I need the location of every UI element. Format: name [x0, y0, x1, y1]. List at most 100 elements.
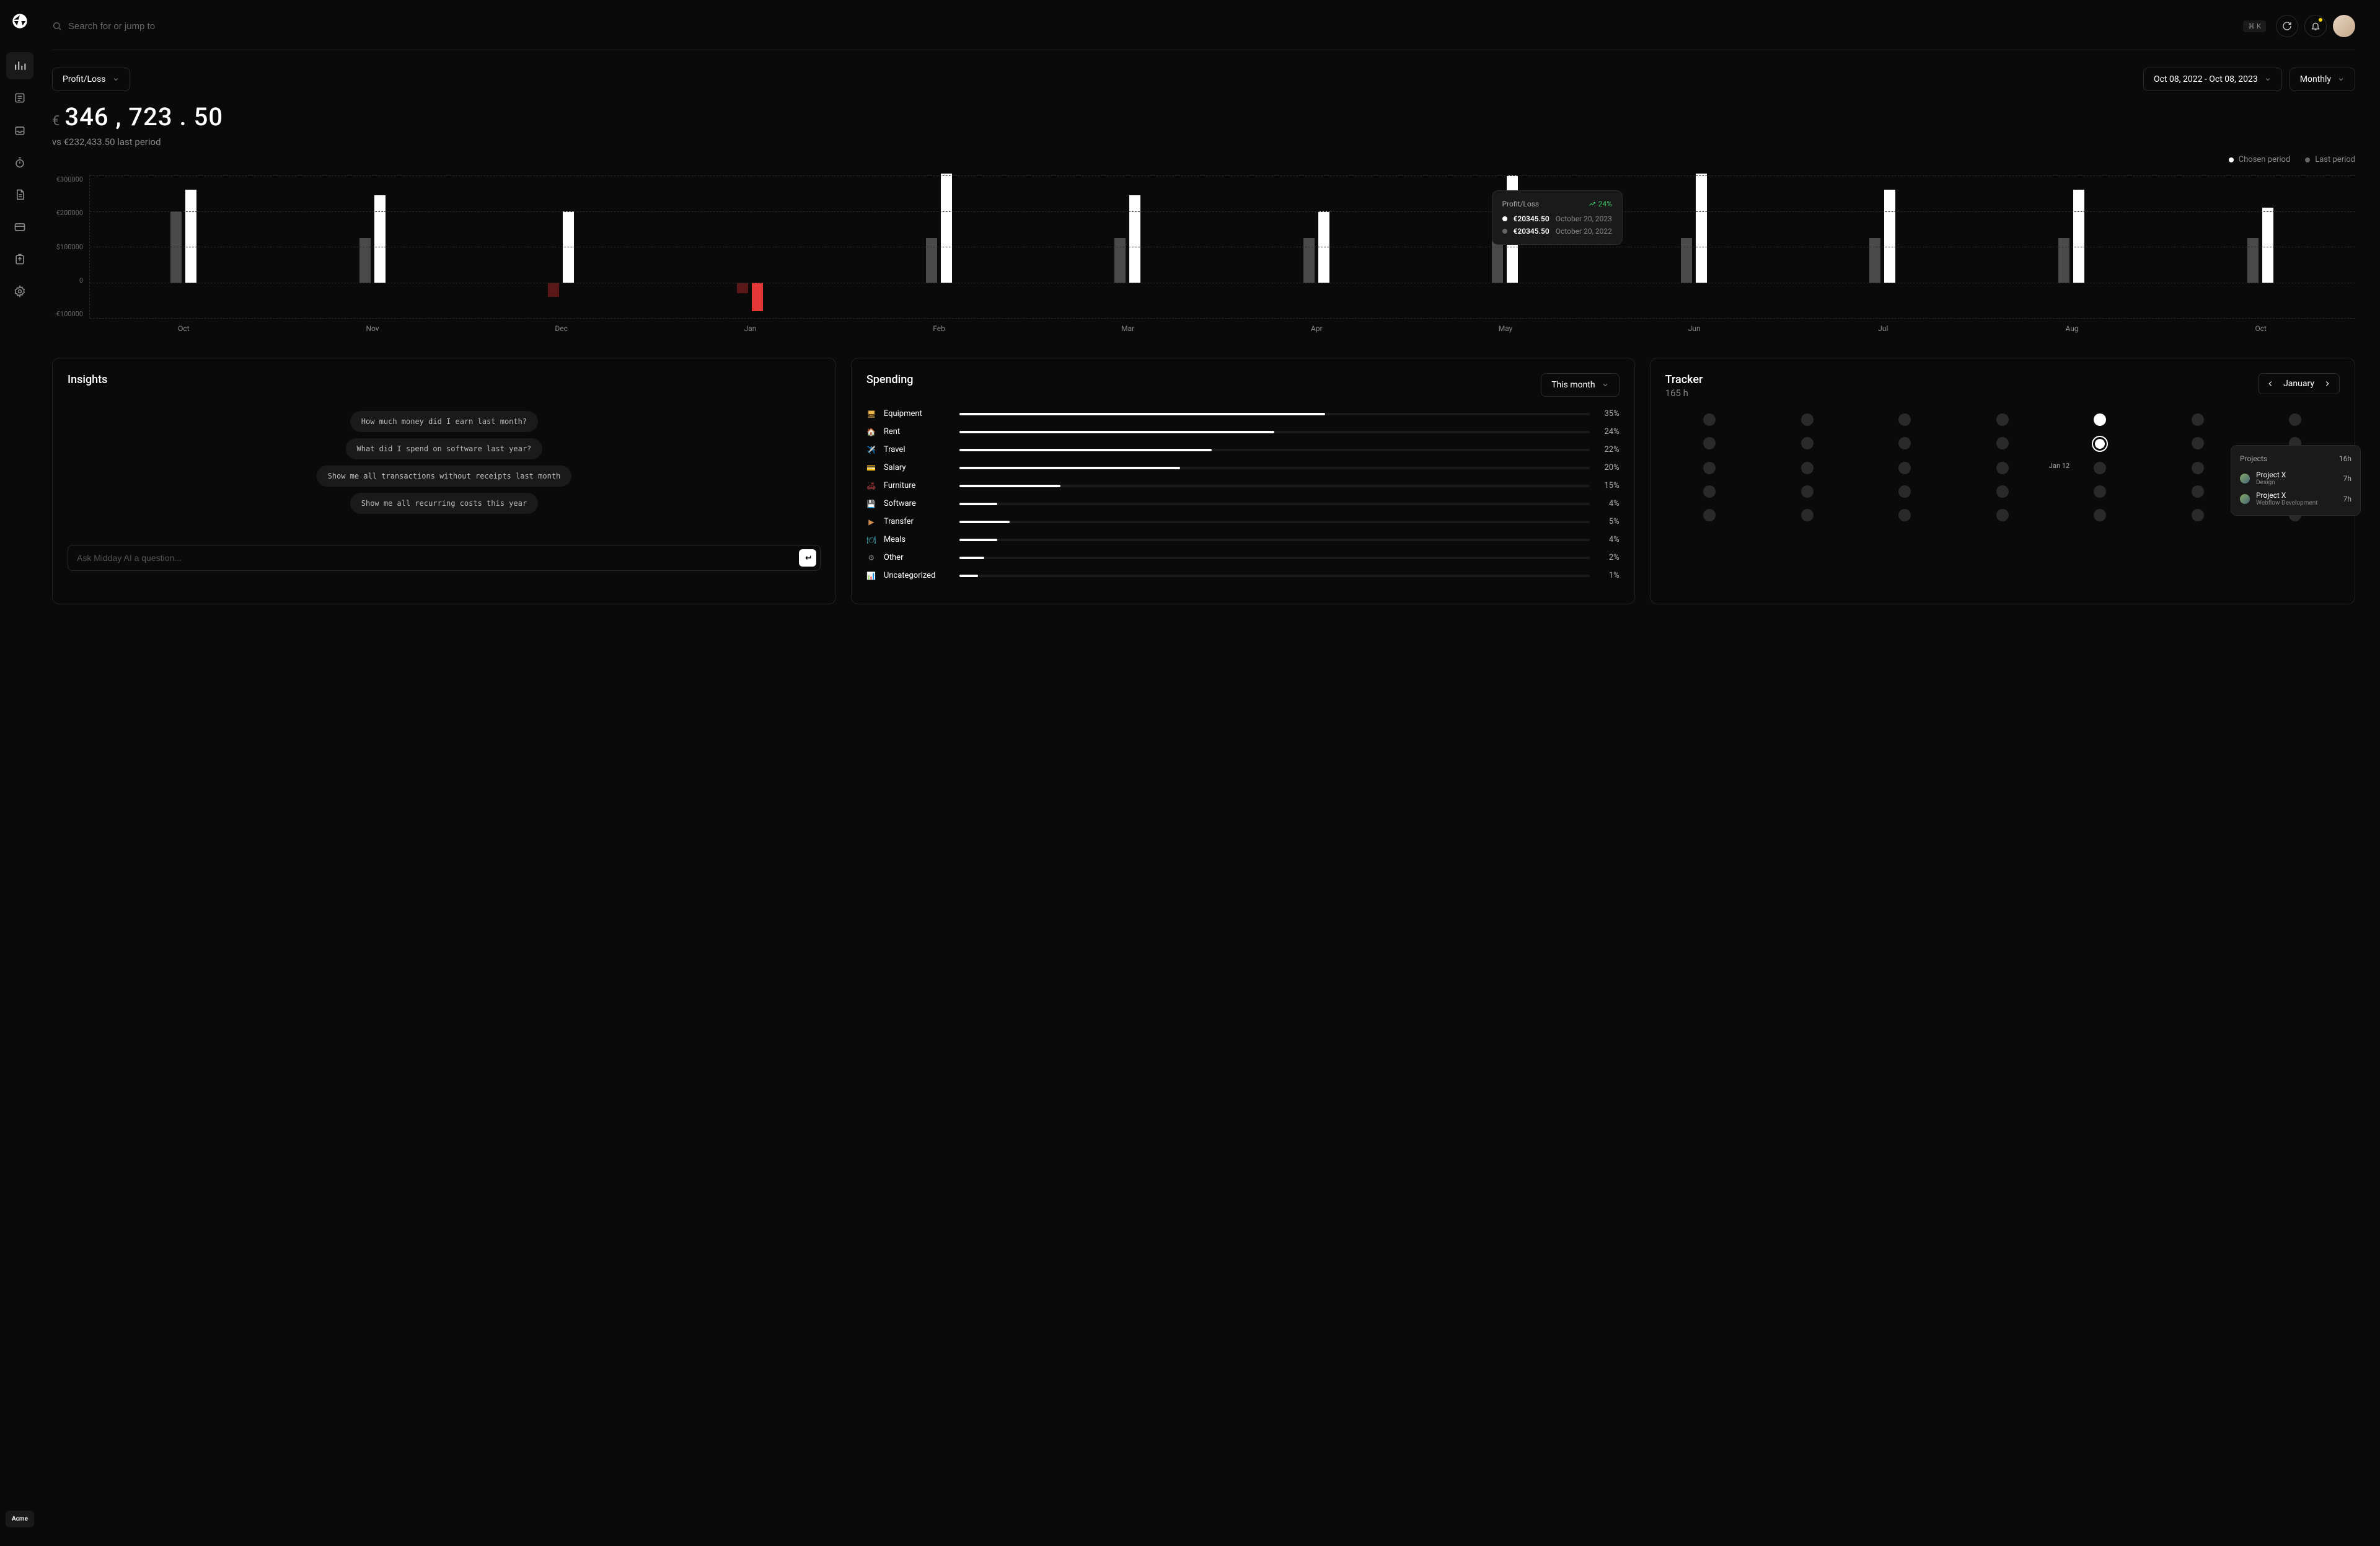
nav-settings[interactable]: [6, 278, 33, 305]
metric-dropdown[interactable]: Profit/Loss: [52, 68, 130, 91]
spending-bar: [959, 485, 1590, 487]
header: ⌘ K: [52, 15, 2355, 50]
nav-document[interactable]: [6, 181, 33, 208]
spending-row[interactable]: 📊 Uncategorized 1%: [866, 571, 1620, 580]
spending-period-dropdown[interactable]: This month: [1541, 373, 1619, 397]
tracker-project-row[interactable]: Project X Webflow Development 7h: [2240, 491, 2351, 506]
spending-pct: 5%: [1597, 517, 1620, 526]
tracker-day[interactable]: [1703, 462, 1716, 474]
tracker-day[interactable]: [2094, 462, 2106, 474]
tooltip-pct: 24%: [1589, 200, 1612, 208]
search-shortcut: ⌘ K: [2243, 20, 2266, 32]
insights-panel: Insights How much money did I earn last …: [52, 358, 836, 604]
ai-submit-button[interactable]: [799, 549, 816, 567]
tracker-day[interactable]: [1801, 509, 1814, 521]
summary-currency: €: [52, 113, 60, 129]
tracker-day[interactable]: [1703, 437, 1716, 449]
tracker-day[interactable]: [1898, 509, 1911, 521]
project-avatar: [2240, 494, 2250, 504]
next-month-button[interactable]: [2323, 379, 2332, 388]
tracker-day[interactable]: [2192, 413, 2204, 426]
tracker-day[interactable]: [1996, 413, 2009, 426]
insight-chip[interactable]: How much money did I earn last month?: [350, 411, 538, 432]
summary-comparison: vs €232,433.50 last period: [52, 136, 2355, 148]
spending-row[interactable]: 🛋 Furniture 15%: [866, 481, 1620, 490]
notification-dot: [2319, 18, 2322, 22]
tracker-day[interactable]: [1996, 485, 2009, 498]
month-nav: January: [2258, 373, 2340, 394]
tracker-day[interactable]: [1898, 437, 1911, 449]
tracker-day[interactable]: [1801, 462, 1814, 474]
insight-chip[interactable]: Show me all recurring costs this year: [350, 493, 538, 514]
tracker-day[interactable]: [1801, 485, 1814, 498]
tracker-day[interactable]: [1996, 462, 2009, 474]
spending-row[interactable]: 💳 Salary 20%: [866, 463, 1620, 472]
ai-input[interactable]: [77, 553, 799, 563]
tracker-day[interactable]: [1703, 413, 1716, 426]
tracker-day[interactable]: [1996, 437, 2009, 449]
daterange-dropdown[interactable]: Oct 08, 2022 - Oct 08, 2023: [2143, 68, 2282, 91]
spending-bar: [959, 467, 1590, 469]
spending-label: Salary: [884, 463, 952, 472]
tracker-day[interactable]: [1801, 437, 1814, 449]
project-name: Project X: [2256, 470, 2337, 479]
workspace-badge[interactable]: Acme: [6, 1511, 34, 1527]
spending-pct: 35%: [1597, 409, 1620, 418]
insight-chip[interactable]: What did I spend on software last year?: [346, 438, 543, 459]
refresh-button[interactable]: [2276, 15, 2298, 37]
tracker-day[interactable]: [2192, 462, 2204, 474]
spending-bar: [959, 431, 1590, 433]
search[interactable]: ⌘ K: [52, 20, 2266, 32]
tracker-day[interactable]: [1898, 413, 1911, 426]
notifications-button[interactable]: [2304, 15, 2327, 37]
ai-input-wrap[interactable]: [68, 545, 821, 571]
tracker-day[interactable]: [2094, 413, 2106, 426]
chart-x-axis: OctNovDecJanFebMarAprMayJunJulAugOct: [89, 324, 2355, 333]
tracker-day[interactable]: [2192, 509, 2204, 521]
tracker-day[interactable]: [1703, 485, 1716, 498]
tracker-day[interactable]: [1898, 485, 1911, 498]
project-name: Project X: [2256, 491, 2337, 500]
chevron-down-icon: [112, 76, 120, 83]
tracker-day[interactable]: [2192, 437, 2204, 449]
spending-category-icon: 📊: [866, 572, 876, 580]
spending-row[interactable]: 🖥 Equipment 35%: [866, 409, 1620, 418]
spending-row[interactable]: 🍽 Meals 4%: [866, 535, 1620, 544]
tracker-day[interactable]: [2093, 437, 2107, 451]
spending-row[interactable]: ✈️ Travel 22%: [866, 445, 1620, 454]
spending-row[interactable]: 🏠 Rent 24%: [866, 427, 1620, 436]
nav-timer[interactable]: [6, 149, 33, 176]
tracker-day[interactable]: [1898, 462, 1911, 474]
search-input[interactable]: [68, 21, 2237, 32]
project-hours: 7h: [2343, 495, 2351, 503]
nav-inbox[interactable]: [6, 117, 33, 144]
spending-label: Rent: [884, 427, 952, 436]
spending-row[interactable]: 💾 Software 4%: [866, 499, 1620, 508]
tracker-day[interactable]: [2094, 485, 2106, 498]
tracker-day[interactable]: [2192, 485, 2204, 498]
nav-card[interactable]: [6, 213, 33, 241]
insight-chip[interactable]: Show me all transactions without receipt…: [317, 466, 572, 487]
nav-list[interactable]: [6, 84, 33, 112]
spending-bar: [959, 539, 1590, 541]
prev-month-button[interactable]: [2266, 379, 2275, 388]
tracker-day[interactable]: [1703, 509, 1716, 521]
tracker-day[interactable]: [2094, 509, 2106, 521]
tracker-day[interactable]: [2289, 413, 2301, 426]
avatar[interactable]: [2333, 15, 2355, 37]
tracker-day[interactable]: [1996, 509, 2009, 521]
spending-pct: 1%: [1597, 571, 1620, 580]
project-hours: 7h: [2343, 474, 2351, 483]
tracker-project-row[interactable]: Project X Design 7h: [2240, 470, 2351, 486]
spending-bar: [959, 413, 1590, 415]
nav-export[interactable]: [6, 245, 33, 273]
legend-chosen: Chosen period: [2229, 155, 2291, 164]
nav-chart[interactable]: [6, 52, 33, 79]
legend: Chosen period Last period: [52, 155, 2355, 164]
interval-dropdown[interactable]: Monthly: [2290, 68, 2355, 91]
spending-label: Software: [884, 499, 952, 508]
spending-row[interactable]: ▶ Transfer 5%: [866, 517, 1620, 526]
spending-pct: 4%: [1597, 535, 1620, 544]
spending-row[interactable]: ⚙ Other 2%: [866, 553, 1620, 562]
tracker-day[interactable]: [1801, 413, 1814, 426]
